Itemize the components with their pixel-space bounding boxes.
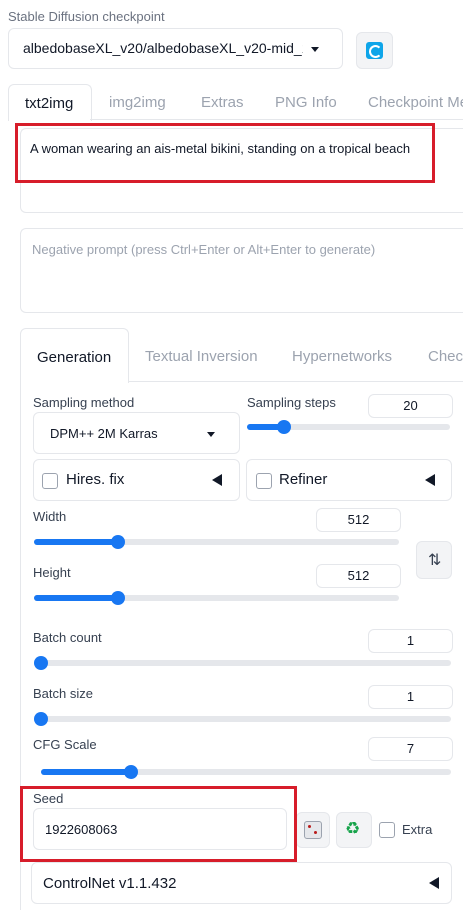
checkpoint-label: Stable Diffusion checkpoint <box>8 9 165 24</box>
height-label: Height <box>33 565 71 580</box>
negative-prompt-placeholder: Negative prompt (press Ctrl+Enter or Alt… <box>32 242 376 257</box>
refiner-accordion[interactable]: Refiner <box>246 459 452 501</box>
highlight-box-seed <box>20 786 297 862</box>
negative-prompt-textarea[interactable]: Negative prompt (press Ctrl+Enter or Alt… <box>20 228 463 313</box>
tab-txt2img[interactable]: txt2img <box>8 84 92 121</box>
hires-fix-accordion[interactable]: Hires. fix <box>33 459 240 501</box>
batch-count-label: Batch count <box>33 630 102 645</box>
extra-seed-checkbox[interactable] <box>379 822 395 838</box>
tab-hypernetworks[interactable]: Hypernetworks <box>292 348 392 365</box>
tab-checkpoint-merger[interactable]: Checkpoint Me <box>368 94 463 111</box>
width-input[interactable]: 512 <box>316 508 401 532</box>
sampling-method-label: Sampling method <box>33 395 135 410</box>
batch-size-label: Batch size <box>33 686 93 701</box>
refiner-checkbox[interactable] <box>256 473 272 489</box>
recycle-icon: ♻ <box>345 819 361 838</box>
batch-size-input[interactable]: 1 <box>368 685 453 709</box>
sampling-steps-label: Sampling steps <box>247 395 336 410</box>
tab-png-info[interactable]: PNG Info <box>275 94 337 111</box>
controlnet-label: ControlNet v1.1.432 <box>43 875 177 892</box>
controlnet-accordion[interactable]: ControlNet v1.1.432 <box>31 862 452 904</box>
batch-count-input[interactable]: 1 <box>368 629 453 653</box>
refiner-label: Refiner <box>279 471 328 488</box>
collapse-arrow-icon <box>429 877 439 889</box>
cfg-scale-input[interactable]: 7 <box>368 737 453 761</box>
sampling-method-dropdown[interactable]: DPM++ 2M Karras <box>33 412 240 454</box>
height-slider[interactable] <box>34 591 399 605</box>
cfg-scale-slider[interactable] <box>41 765 451 779</box>
width-label: Width <box>33 509 67 524</box>
swap-arrows-icon: ⇅ <box>428 552 442 569</box>
refresh-checkpoint-button[interactable] <box>356 32 393 69</box>
checkpoint-dropdown[interactable]: albedobaseXL_v20/albedobaseXL_v20-mid_14… <box>8 28 343 69</box>
sampling-steps-input[interactable]: 20 <box>368 394 453 418</box>
batch-size-slider[interactable] <box>34 712 451 726</box>
hires-fix-checkbox[interactable] <box>42 473 58 489</box>
tab-textual-inversion[interactable]: Textual Inversion <box>145 348 258 365</box>
tab-divider <box>90 119 463 120</box>
random-seed-button[interactable] <box>296 812 330 848</box>
sampling-steps-slider[interactable] <box>247 420 450 434</box>
tab-checkpoints[interactable]: Chec <box>428 348 463 365</box>
height-input[interactable]: 512 <box>316 564 401 588</box>
width-slider[interactable] <box>34 535 399 549</box>
sampling-method-value: DPM++ 2M Karras <box>50 426 158 441</box>
swap-dimensions-button[interactable]: ⇅ <box>416 541 452 579</box>
extra-seed-label: Extra <box>402 822 433 837</box>
tab-extras[interactable]: Extras <box>201 94 244 111</box>
collapse-arrow-icon <box>425 474 435 486</box>
chevron-down-icon <box>207 432 215 437</box>
refresh-icon <box>366 42 383 59</box>
dice-icon <box>304 821 322 839</box>
cfg-scale-label: CFG Scale <box>33 737 97 752</box>
reuse-seed-button[interactable]: ♻ <box>336 812 372 848</box>
checkpoint-value: albedobaseXL_v20/albedobaseXL_v20-mid_14… <box>23 40 303 56</box>
tab-img2img[interactable]: img2img <box>109 94 166 111</box>
highlight-box-prompt <box>15 123 435 183</box>
chevron-down-icon <box>311 47 319 52</box>
hires-fix-label: Hires. fix <box>66 471 125 488</box>
batch-count-slider[interactable] <box>34 656 451 670</box>
tab-generation[interactable]: Generation <box>20 328 129 383</box>
collapse-arrow-icon <box>212 474 222 486</box>
